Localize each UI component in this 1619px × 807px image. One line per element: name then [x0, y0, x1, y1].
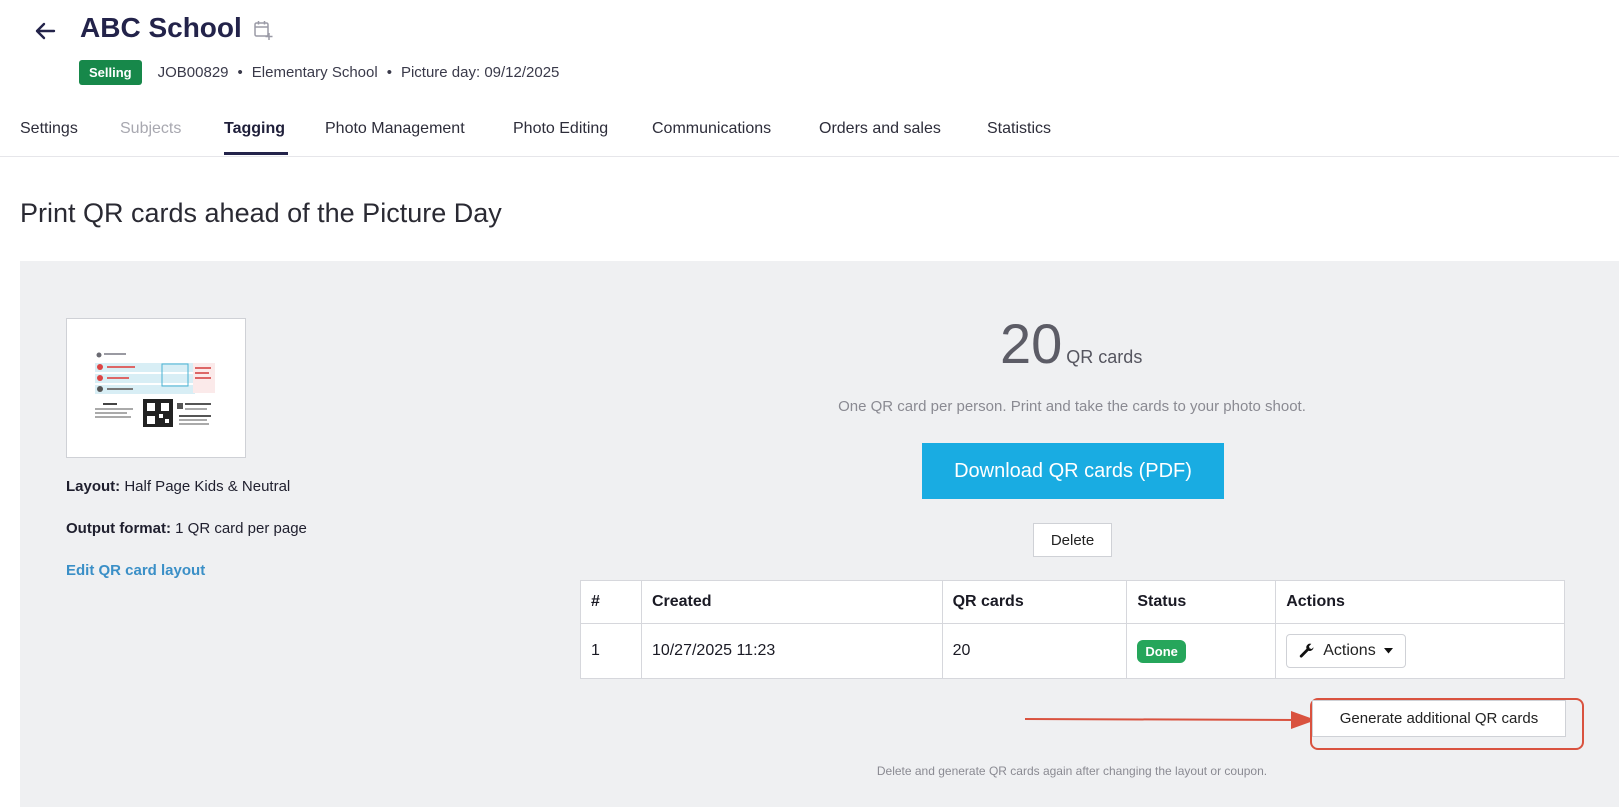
column-header: Created [640, 580, 943, 624]
job-meta: Selling JOB00829 • Elementary School • P… [79, 60, 559, 85]
tab-subjects[interactable]: Subjects [120, 120, 181, 138]
created-cell: 10/27/2025 11:23 [640, 623, 943, 679]
column-header: QR cards [941, 580, 1128, 624]
separator-dot: • [237, 64, 243, 81]
qr-count: 20 QR cards [1000, 316, 1142, 372]
page-header: ABC School Selling JOB00829 • Elementary… [0, 0, 1619, 157]
layout-value: Half Page Kids & Neutral [124, 478, 291, 495]
arrow-left-icon[interactable] [32, 18, 58, 44]
qr-batches-table: # Created QR cards Status Actions 1 10/2… [580, 580, 1565, 679]
tab-tagging[interactable]: Tagging [224, 120, 285, 138]
qr-count-number: 20 [1000, 312, 1063, 375]
school-type: Elementary School [251, 64, 378, 81]
tab-photo-editing[interactable]: Photo Editing [513, 120, 608, 138]
status-cell: Done [1126, 623, 1277, 679]
qr-layout-thumbnail [66, 318, 246, 458]
output-format-info: Output format: 1 QR card per page [66, 520, 307, 537]
delete-button[interactable]: Delete [1033, 523, 1112, 557]
qr-description: One QR card per person. Print and take t… [838, 398, 1306, 415]
wrench-icon [1300, 643, 1314, 658]
picture-day: Picture day: 09/12/2025 [400, 64, 560, 81]
column-header: Status [1126, 580, 1277, 624]
tab-communications[interactable]: Communications [652, 120, 771, 138]
actions-dropdown-button[interactable]: Actions [1286, 634, 1406, 668]
tab-bar: Settings Subjects Tagging Photo Manageme… [0, 118, 1619, 157]
generate-additional-qr-cards-button[interactable]: Generate additional QR cards [1312, 700, 1566, 737]
qr-count-unit: QR cards [1066, 347, 1143, 367]
actions-label: Actions [1323, 642, 1376, 659]
separator-dot: • [386, 64, 392, 81]
tab-orders-and-sales[interactable]: Orders and sales [819, 120, 941, 138]
layout-info: Layout: Half Page Kids & Neutral [66, 478, 290, 495]
output-format-value: 1 QR card per page [175, 520, 307, 537]
active-tab-indicator [224, 152, 288, 155]
status-badge-done: Done [1137, 639, 1186, 663]
layout-label: Layout: [66, 478, 121, 495]
footnote-text: Delete and generate QR cards again after… [876, 764, 1268, 778]
table-row: 1 10/27/2025 11:23 20 Done Actions [580, 623, 1565, 679]
qr-cards-cell: 20 [941, 623, 1128, 679]
tab-photo-management[interactable]: Photo Management [325, 120, 465, 138]
edit-qr-card-layout-link[interactable]: Edit QR card layout [66, 562, 205, 579]
job-id: JOB00829 [157, 64, 229, 81]
section-title: Print QR cards ahead of the Picture Day [20, 198, 502, 228]
table-header-row: # Created QR cards Status Actions [580, 580, 1565, 624]
column-header: Actions [1275, 580, 1565, 624]
output-format-label: Output format: [66, 520, 171, 537]
annotation-arrow-icon [1025, 711, 1316, 729]
tab-settings[interactable]: Settings [20, 120, 78, 138]
status-badge: Selling [79, 60, 142, 85]
column-header: # [580, 580, 642, 624]
row-number: 1 [580, 623, 642, 679]
page-title-school: ABC School [80, 12, 242, 43]
actions-cell: Actions [1275, 623, 1565, 679]
qr-card-preview-image [95, 347, 217, 429]
download-qr-cards-button[interactable]: Download QR cards (PDF) [922, 443, 1224, 499]
tab-statistics[interactable]: Statistics [987, 120, 1051, 138]
calendar-plus-icon[interactable] [252, 19, 274, 41]
caret-down-icon [1383, 648, 1393, 654]
